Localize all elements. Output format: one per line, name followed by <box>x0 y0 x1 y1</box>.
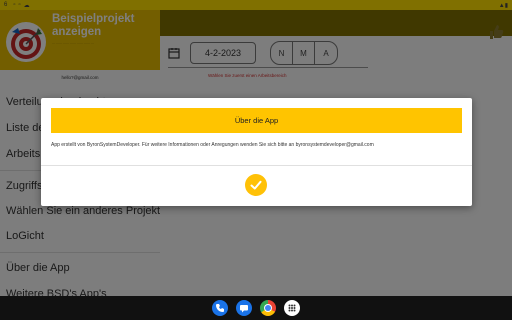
cloud-icon: ☁ <box>23 2 30 9</box>
messages-icon[interactable] <box>236 300 252 316</box>
battery-icon: ▲▮ <box>498 2 508 9</box>
status-bar: 6 ▫ ▫ ☁ ▲▮ <box>0 0 512 10</box>
system-navbar <box>0 296 512 320</box>
app-drawer-icon[interactable] <box>284 300 300 316</box>
dialog-body: App erstellt von ByronSystemDeveloper. F… <box>51 142 374 148</box>
confirm-button[interactable] <box>245 174 267 196</box>
checkmark-icon <box>250 180 262 190</box>
chrome-icon[interactable] <box>260 300 276 316</box>
status-time: 6 <box>4 2 8 8</box>
dialog-title: Über die App <box>51 108 462 133</box>
phone-icon[interactable] <box>212 300 228 316</box>
about-dialog: Über die App App erstellt von ByronSyste… <box>41 98 472 206</box>
signal-icon: ▫ <box>13 1 16 8</box>
nfc-icon: ▫ <box>18 1 21 8</box>
dialog-divider <box>41 165 472 166</box>
